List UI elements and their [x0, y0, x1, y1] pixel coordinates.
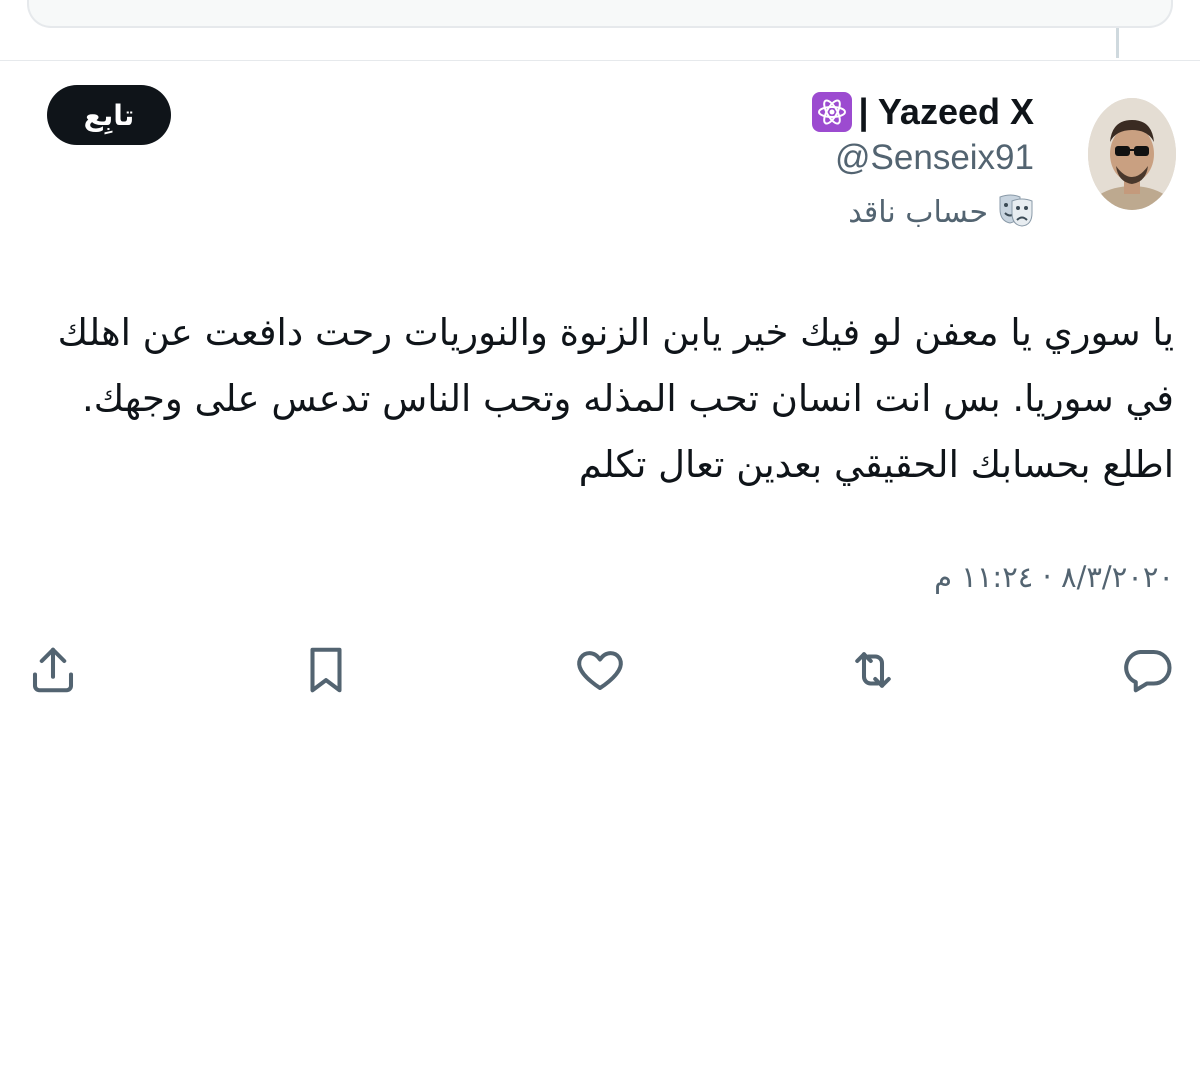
author-display-name: | Yazeed X [858, 91, 1034, 132]
reply-icon [1120, 643, 1174, 701]
atom-symbol-icon [812, 92, 853, 132]
thread-connector-line [1116, 28, 1119, 58]
heart-icon [573, 643, 627, 701]
account-label: حساب ناقد [848, 190, 1034, 234]
author-name-row[interactable]: | Yazeed X [812, 90, 1034, 134]
reply-button[interactable] [1119, 644, 1175, 700]
retweet-button[interactable] [845, 644, 901, 700]
author-handle[interactable]: @Senseix91 [835, 138, 1034, 178]
account-label-text: حساب ناقد [848, 194, 988, 230]
divider [0, 60, 1200, 61]
bookmark-icon [299, 643, 353, 701]
tweet-text: يا سوري يا معفن لو فيك خير يابن الزنوة و… [57, 311, 1174, 486]
performing-arts-icon [998, 193, 1034, 231]
follow-button[interactable]: تابِع [47, 85, 171, 145]
retweet-icon [846, 643, 900, 701]
bookmark-button[interactable] [298, 644, 354, 700]
tweet-timestamp[interactable]: ٨/٣/٢٠٢٠ · ١١:٢٤ م [934, 560, 1174, 594]
like-button[interactable] [572, 644, 628, 700]
share-icon [26, 643, 80, 701]
avatar[interactable] [1088, 98, 1176, 210]
previous-tweet-card [27, 0, 1173, 28]
share-button[interactable] [25, 644, 81, 700]
